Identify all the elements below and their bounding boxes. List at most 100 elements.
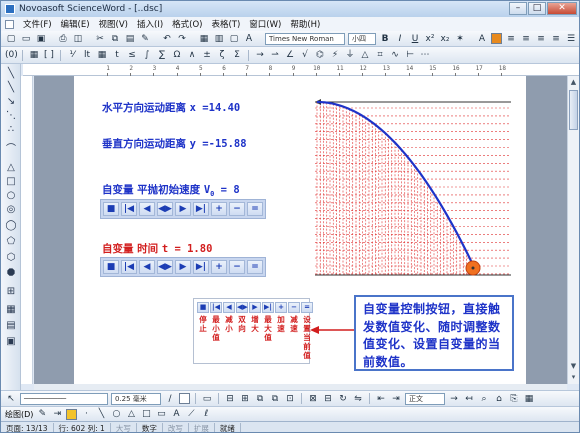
curve-tool-icon[interactable]: ⌒ [5, 144, 17, 156]
new-file-icon[interactable]: ▢ [5, 33, 17, 45]
arrow-icon[interactable]: → [254, 49, 266, 61]
root-icon[interactable]: √ [299, 49, 311, 61]
rectangle-tool-icon[interactable]: □ [5, 176, 17, 188]
copy-icon[interactable]: ⧉ [109, 33, 121, 45]
bracket-icon[interactable]: [ ] [43, 49, 55, 61]
draw-callout-icon[interactable]: ▭ [155, 408, 167, 420]
graph-icon[interactable]: ⌗ [374, 49, 386, 61]
time-bidirectional-button[interactable]: ◀▶ [157, 260, 173, 274]
velocity-decelerate-button[interactable]: − [229, 202, 245, 216]
underline-button[interactable]: U [409, 33, 421, 45]
align-left-icon[interactable]: ≡ [505, 33, 517, 45]
vertical-ruler[interactable] [21, 76, 33, 384]
draw-rect-icon[interactable]: □ [140, 408, 152, 420]
open-folder-icon[interactable]: ▭ [20, 33, 32, 45]
velocity-bidirectional-button[interactable]: ◀▶ [157, 202, 173, 216]
t-icon[interactable]: t [111, 49, 123, 61]
draw-text-icon[interactable]: A [170, 408, 182, 420]
plus-minus-icon[interactable]: ± [201, 49, 213, 61]
find-icon[interactable]: ⌕ [478, 393, 490, 405]
grid-icon[interactable]: ▦ [523, 393, 535, 405]
velocity-set-current-button[interactable]: = [247, 202, 263, 216]
limit-icon[interactable]: lt [81, 49, 93, 61]
scroll-up-icon[interactable]: ▲ [569, 77, 578, 87]
table-icon[interactable]: ▦ [198, 33, 210, 45]
cut-icon[interactable]: ✂ [94, 33, 106, 45]
table-grid-icon[interactable]: ▦ [96, 49, 108, 61]
dot-icon[interactable]: ⋯ [419, 49, 431, 61]
menu-format[interactable]: 格式(O) [172, 18, 202, 30]
line-width-select[interactable]: 0.25 毫米 [111, 392, 161, 405]
arrow-tool-icon[interactable]: ↘ [5, 96, 17, 108]
octagon-tool-icon[interactable]: ⯃ [5, 268, 17, 280]
circuit-icon[interactable]: ⏚ [344, 49, 356, 61]
distribute-icon[interactable]: ⊟ [322, 393, 334, 405]
menu-file[interactable]: 文件(F) [23, 18, 52, 30]
pentagon-tool-icon[interactable]: ⬠ [5, 236, 17, 248]
circle-tool-icon[interactable]: ○ [5, 190, 17, 202]
fill-icon[interactable]: ▭ [201, 393, 213, 405]
integral-icon[interactable]: ∫ [141, 49, 153, 61]
paragraph-style-select[interactable]: 正文 [405, 392, 445, 405]
velocity-increase-button[interactable]: ▶ [175, 202, 191, 216]
grid-tool-icon[interactable]: ▦ [5, 304, 17, 316]
text-box-icon[interactable]: Ａ [243, 33, 255, 45]
velocity-accelerate-button[interactable]: + [211, 202, 227, 216]
time-accelerate-button[interactable]: + [211, 260, 227, 274]
draw-triangle-icon[interactable]: △ [125, 408, 137, 420]
velocity-min-button[interactable]: |◀ [121, 202, 137, 216]
time-decelerate-button[interactable]: − [229, 260, 245, 274]
flip-icon[interactable]: ⇋ [352, 393, 364, 405]
frame-tool-icon[interactable]: ▣ [5, 336, 17, 348]
dash-line-tool-icon[interactable]: ⋱ [5, 110, 17, 122]
horizontal-ruler[interactable]: 1 2 3 4 5 6 7 8 9 10 11 12 13 14 15 16 17 18 [23, 64, 579, 76]
menu-insert[interactable]: 插入(I) [137, 18, 163, 30]
draw-arrow-icon[interactable]: ⇥ [51, 408, 63, 420]
draw-line-icon[interactable]: ╲ [95, 408, 107, 420]
crop-tool-icon[interactable]: ⊞ [5, 286, 17, 298]
font-color-icon[interactable]: A [476, 33, 488, 45]
draw-circle-icon[interactable]: ○ [110, 408, 122, 420]
save-icon[interactable]: ▣ [35, 33, 47, 45]
physics-icon[interactable]: ⚡ [329, 49, 341, 61]
font-size-select[interactable]: 小四 [348, 32, 376, 45]
le-icon[interactable]: ≤ [126, 49, 138, 61]
justify-icon[interactable]: ≡ [550, 33, 562, 45]
menu-view[interactable]: 视图(V) [99, 18, 128, 30]
menu-table[interactable]: 表格(T) [211, 18, 240, 30]
line-tool-icon[interactable]: ╲ [5, 68, 17, 80]
fraction-icon[interactable]: ⅟ [66, 49, 78, 61]
draw-polyline-icon[interactable]: ⟋ [185, 408, 197, 420]
frame-icon[interactable]: ▢ [228, 33, 240, 45]
indent-icon[interactable]: → [448, 393, 460, 405]
chemistry-icon[interactable]: ⌬ [314, 49, 326, 61]
target-tool-icon[interactable]: ◎ [5, 204, 17, 216]
time-min-button[interactable]: |◀ [121, 260, 137, 274]
group-icon[interactable]: ⊞ [239, 393, 251, 405]
outdent-icon[interactable]: ↤ [463, 393, 475, 405]
line-color-icon[interactable]: ∕ [164, 393, 176, 405]
function-plot-icon[interactable]: ∿ [389, 49, 401, 61]
pointer-icon[interactable]: ↖ [5, 393, 17, 405]
maximize-button[interactable]: □ [528, 2, 546, 15]
bring-front-icon[interactable]: ⧉ [254, 393, 266, 405]
next-page-icon[interactable]: ▾ [569, 372, 578, 382]
menu-help[interactable]: 帮助(H) [290, 18, 320, 30]
dot-line-tool-icon[interactable]: ∴ [5, 124, 17, 136]
lock-icon[interactable]: ⊡ [284, 393, 296, 405]
send-back-icon[interactable]: ⧉ [269, 393, 281, 405]
triangle-tool-icon[interactable]: △ [5, 162, 17, 174]
sigma-icon[interactable]: Σ [231, 49, 243, 61]
dimension-icon[interactable]: ⊢ [404, 49, 416, 61]
bold-button[interactable]: B [379, 33, 391, 45]
paste-icon[interactable]: ▤ [124, 33, 136, 45]
vertical-scrollbar[interactable]: ▲ ▼ ▾ [567, 76, 579, 384]
color-swatch[interactable] [491, 33, 502, 44]
zeta-icon[interactable]: ζ [216, 49, 228, 61]
undo-icon[interactable]: ↶ [161, 33, 173, 45]
time-decrease-button[interactable]: ◀ [139, 260, 155, 274]
time-max-button[interactable]: ▶| [193, 260, 209, 274]
format-painter-icon[interactable]: ✎ [139, 33, 151, 45]
italic-button[interactable]: I [394, 33, 406, 45]
align-center-icon[interactable]: ≡ [520, 33, 532, 45]
